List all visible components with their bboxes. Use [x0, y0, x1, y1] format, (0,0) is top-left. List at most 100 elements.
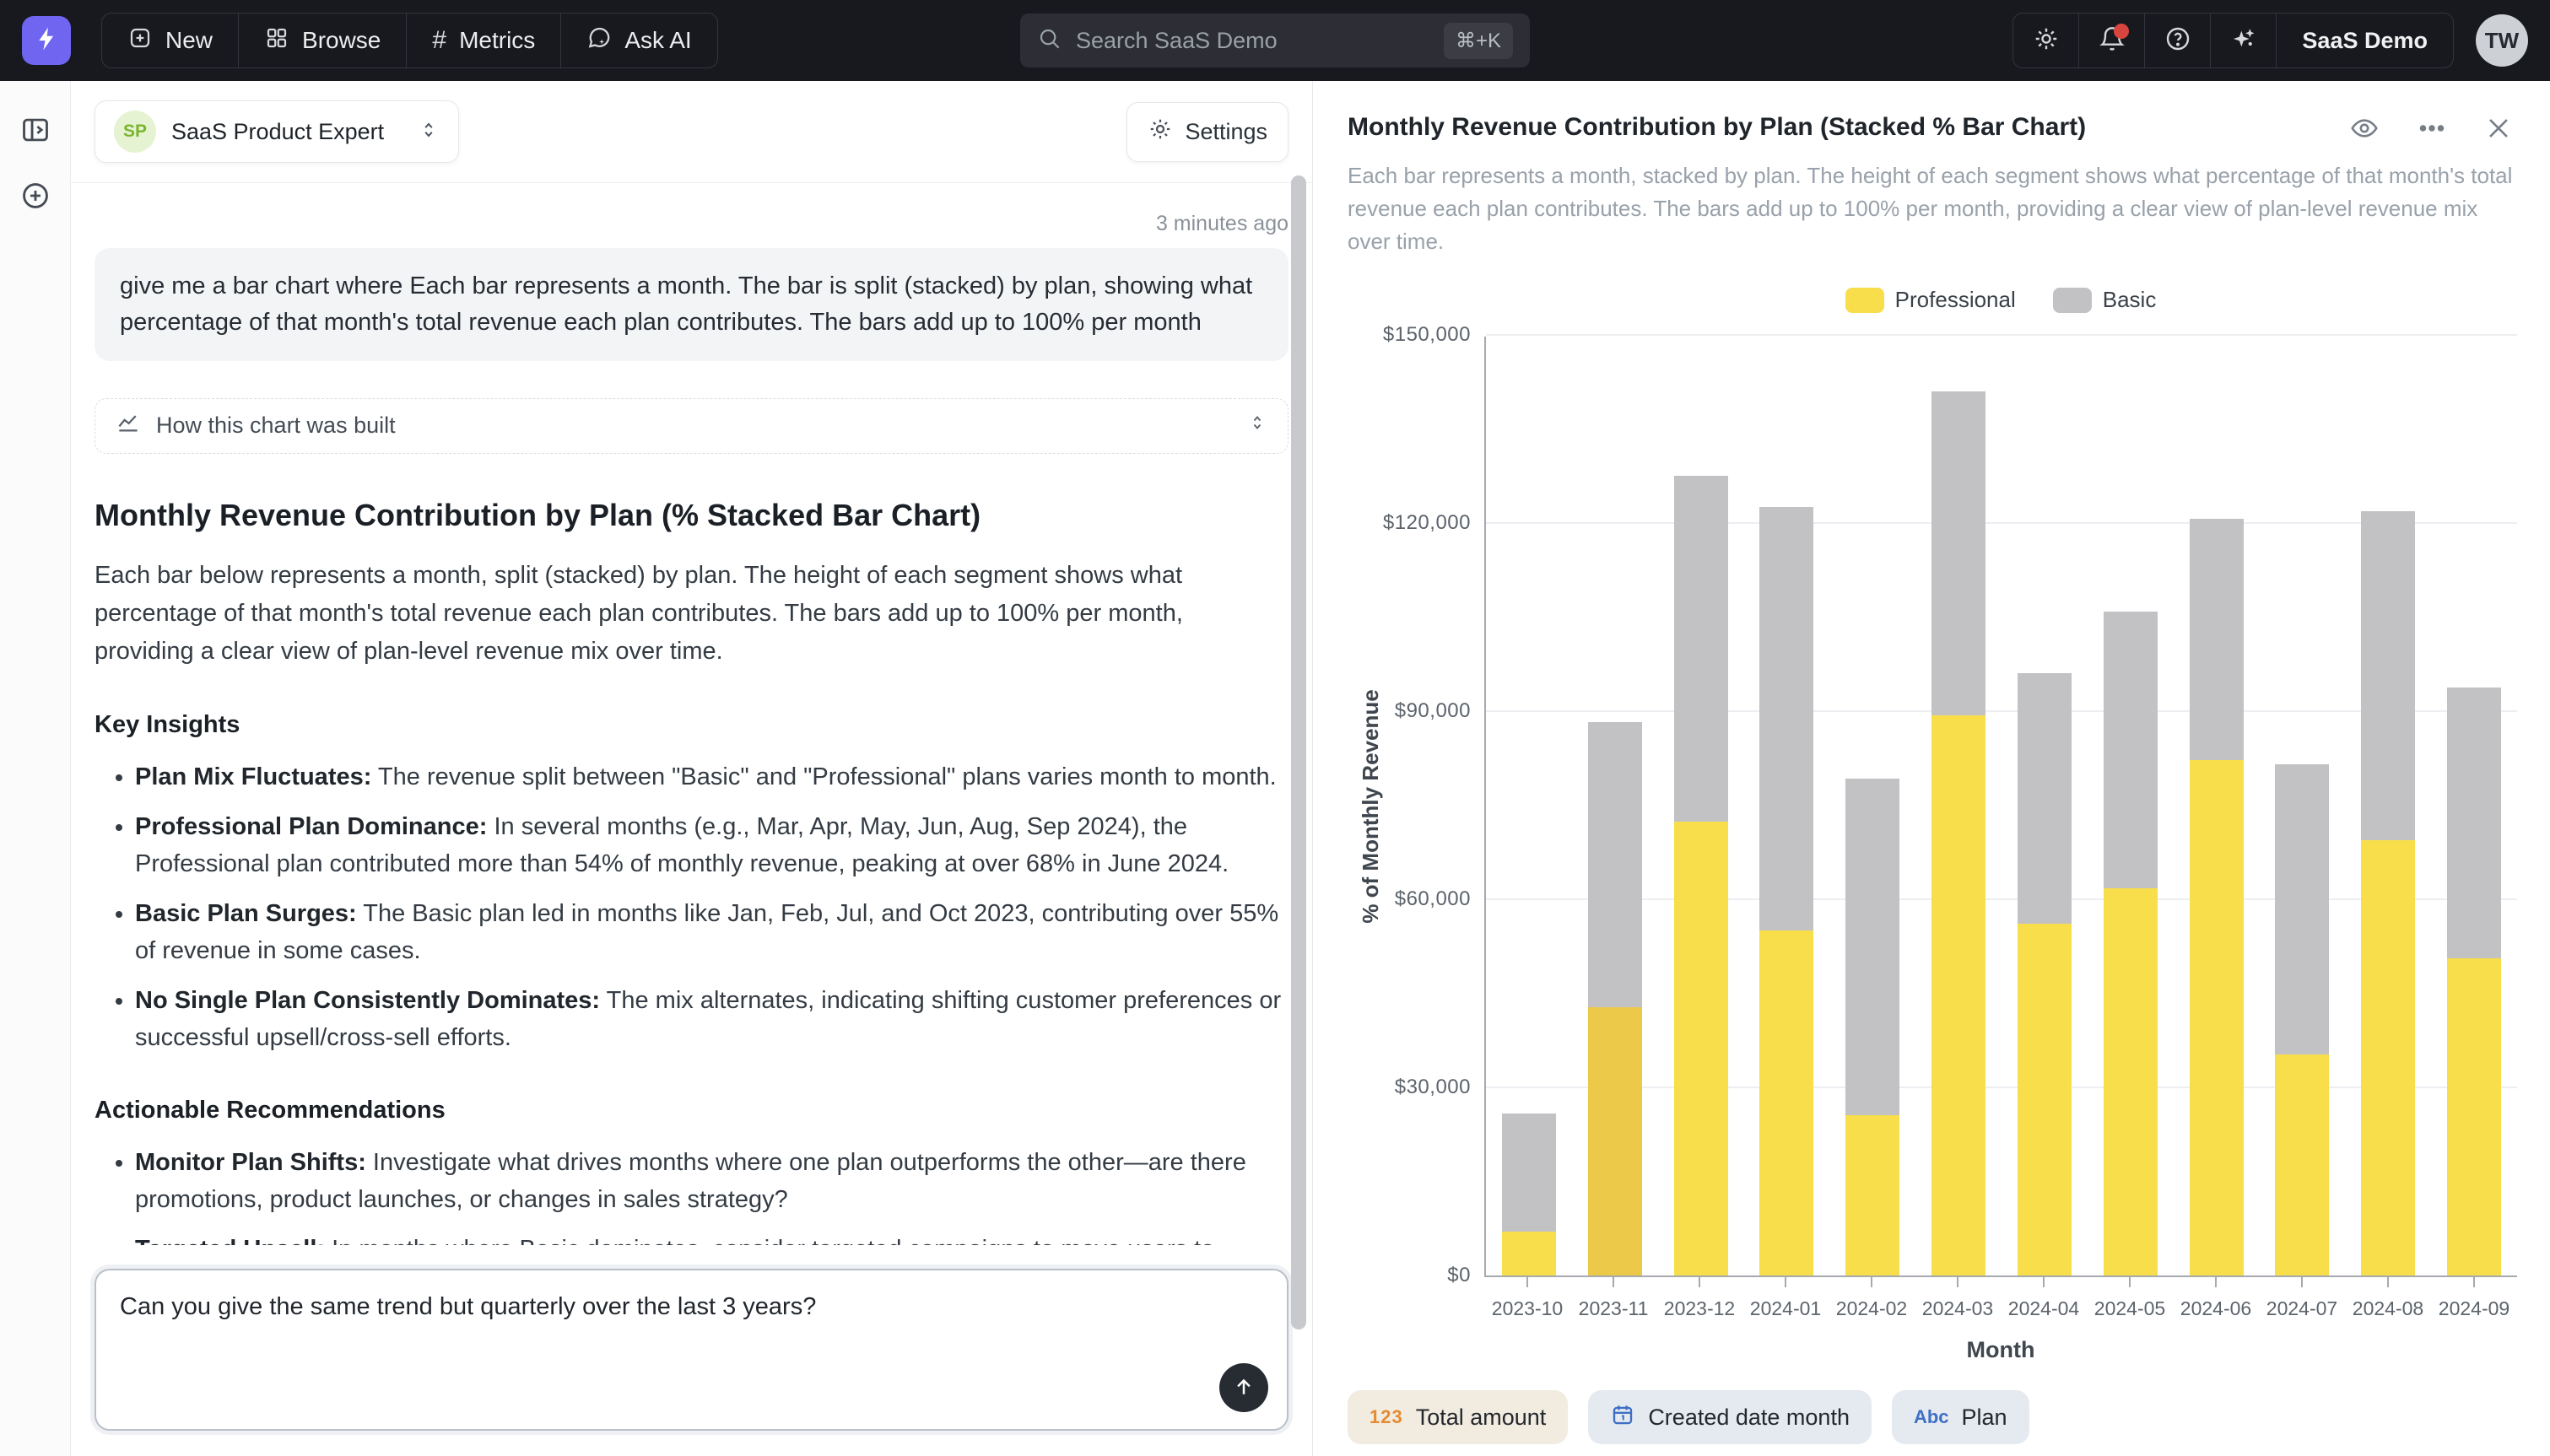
- bar-segment-basic[interactable]: [2104, 612, 2158, 888]
- bar-segment-professional[interactable]: [1502, 1232, 1556, 1275]
- eye-icon[interactable]: [2349, 113, 2380, 148]
- chart-legend: Professional Basic: [1484, 287, 2517, 313]
- help-button[interactable]: [2145, 13, 2211, 67]
- chat-input-box[interactable]: Can you give the same trend but quarterl…: [95, 1269, 1289, 1431]
- ai-sparkles-button[interactable]: [2211, 13, 2277, 67]
- nav-new-button[interactable]: New: [102, 13, 239, 67]
- agent-initials: SP: [123, 121, 147, 142]
- bar-segment-basic[interactable]: [2190, 519, 2244, 760]
- nav-browse-button[interactable]: Browse: [239, 13, 407, 67]
- nav-new-label: New: [165, 27, 213, 54]
- bar-2024-07[interactable]: [2275, 764, 2329, 1275]
- notification-dot: [2114, 24, 2129, 39]
- bar-2024-01[interactable]: [1759, 507, 1813, 1275]
- send-button[interactable]: [1219, 1363, 1268, 1412]
- bar-2024-05[interactable]: [2104, 612, 2158, 1275]
- bar-segment-professional[interactable]: [1931, 715, 1985, 1275]
- y-tick-label: $90,000: [1395, 699, 1471, 723]
- tag-created-date-month[interactable]: Created date month: [1588, 1390, 1872, 1444]
- bar-2024-04[interactable]: [2018, 673, 2072, 1275]
- org-switcher[interactable]: SaaS Demo: [2277, 13, 2453, 67]
- tag-total-amount[interactable]: 123 Total amount: [1348, 1390, 1568, 1444]
- chat-input[interactable]: Can you give the same trend but quarterl…: [120, 1289, 1149, 1390]
- bar-2024-06[interactable]: [2190, 519, 2244, 1275]
- more-options-icon[interactable]: [2417, 113, 2447, 148]
- bar-segment-basic[interactable]: [2018, 673, 2072, 924]
- x-tick: [1526, 1277, 1528, 1287]
- chat-scrollbar[interactable]: [1291, 175, 1306, 1329]
- bar-segment-basic[interactable]: [1931, 391, 1985, 715]
- how-built-label: How this chart was built: [156, 413, 396, 439]
- chat-settings-button[interactable]: Settings: [1126, 102, 1289, 162]
- bar-2023-12[interactable]: [1674, 476, 1728, 1275]
- bar-segment-professional[interactable]: [1674, 822, 1728, 1275]
- ask-ai-chat-icon: [586, 25, 612, 57]
- y-axis-title: % of Monthly Revenue: [1358, 689, 1384, 923]
- new-thread-button[interactable]: [17, 179, 54, 216]
- legend-item-professional[interactable]: Professional: [1845, 287, 2016, 313]
- nav-ask-ai-button[interactable]: Ask AI: [561, 13, 716, 67]
- settings-gear-button[interactable]: [2013, 13, 2079, 67]
- question-circle-icon: [2164, 25, 2191, 57]
- chart-plot-area: % of Monthly Revenue $0$30,000$60,000$90…: [1484, 337, 2517, 1277]
- bar-segment-professional[interactable]: [2104, 888, 2158, 1275]
- settings-label: Settings: [1185, 119, 1267, 145]
- bar-segment-professional[interactable]: [1588, 1007, 1642, 1275]
- chart-panel-actions: [2349, 113, 2513, 148]
- grid-icon: [264, 25, 289, 57]
- bar-segment-professional[interactable]: [2275, 1054, 2329, 1275]
- bar-segment-basic[interactable]: [1845, 779, 1899, 1115]
- agent-avatar: SP: [114, 111, 156, 153]
- bar-segment-professional[interactable]: [2018, 924, 2072, 1275]
- key-insights-heading: Key Insights: [95, 711, 1289, 739]
- user-avatar[interactable]: TW: [2476, 14, 2528, 67]
- bar-segment-basic[interactable]: [1674, 476, 1728, 822]
- bar-2024-02[interactable]: [1845, 779, 1899, 1275]
- close-icon[interactable]: [2484, 114, 2513, 147]
- abc-text-icon: Abc: [1914, 1406, 1949, 1428]
- bar-2024-03[interactable]: [1931, 391, 1985, 1275]
- y-tick-label: $0: [1447, 1264, 1471, 1287]
- how-chart-built-collapsible[interactable]: How this chart was built: [95, 398, 1289, 454]
- x-tick: [2129, 1277, 2131, 1287]
- bar-2023-10[interactable]: [1502, 1114, 1556, 1275]
- bar-segment-professional[interactable]: [1845, 1115, 1899, 1275]
- bar-2024-08[interactable]: [2361, 511, 2415, 1275]
- nav-metrics-button[interactable]: # Metrics: [407, 13, 561, 67]
- bar-segment-professional[interactable]: [2447, 958, 2501, 1275]
- x-axis-ticks: [1484, 1277, 2517, 1287]
- nav-browse-label: Browse: [302, 27, 381, 54]
- tag-plan-label: Plan: [1962, 1405, 2007, 1431]
- bar-segment-basic[interactable]: [2361, 511, 2415, 840]
- y-tick-label: $120,000: [1383, 511, 1471, 535]
- bar-segment-basic[interactable]: [2275, 764, 2329, 1054]
- bar-segment-professional[interactable]: [1759, 930, 1813, 1275]
- bar-segment-basic[interactable]: [1588, 722, 1642, 1007]
- bar-segment-basic[interactable]: [1502, 1114, 1556, 1232]
- y-tick-label: $60,000: [1395, 887, 1471, 911]
- notifications-button[interactable]: [2079, 13, 2145, 67]
- app-logo[interactable]: [22, 16, 71, 65]
- chart-panel-header: Monthly Revenue Contribution by Plan (St…: [1348, 113, 2516, 148]
- bar-segment-professional[interactable]: [2361, 840, 2415, 1275]
- recommendations-heading: Actionable Recommendations: [95, 1097, 1289, 1124]
- bar-2024-09[interactable]: [2447, 688, 2501, 1275]
- bar-segment-basic[interactable]: [2447, 688, 2501, 958]
- bar-segment-professional[interactable]: [2190, 760, 2244, 1275]
- field-tags: 123 Total amount Created date month Abc …: [1348, 1390, 2029, 1444]
- left-rail: [0, 81, 71, 1456]
- bar-segment-basic[interactable]: [1759, 507, 1813, 930]
- bar-2023-11[interactable]: [1588, 722, 1642, 1275]
- gear-icon: [2033, 25, 2060, 57]
- bullet-item: No Single Plan Consistently Dominates: T…: [135, 983, 1289, 1056]
- org-name: SaaS Demo: [2302, 28, 2428, 54]
- x-tick: [1613, 1277, 1614, 1287]
- toggle-sidebar-button[interactable]: [17, 113, 54, 150]
- chat-scroll-area[interactable]: 3 minutes ago give me a bar chart where …: [71, 183, 1312, 1245]
- search-input[interactable]: [1076, 28, 1444, 54]
- tag-plan[interactable]: Abc Plan: [1892, 1390, 2029, 1444]
- agent-selector[interactable]: SP SaaS Product Expert: [95, 100, 459, 163]
- legend-item-basic[interactable]: Basic: [2053, 287, 2157, 313]
- app-root: New Browse # Metrics Ask AI: [0, 0, 2550, 1456]
- global-search-bar[interactable]: ⌘+K: [1020, 13, 1530, 67]
